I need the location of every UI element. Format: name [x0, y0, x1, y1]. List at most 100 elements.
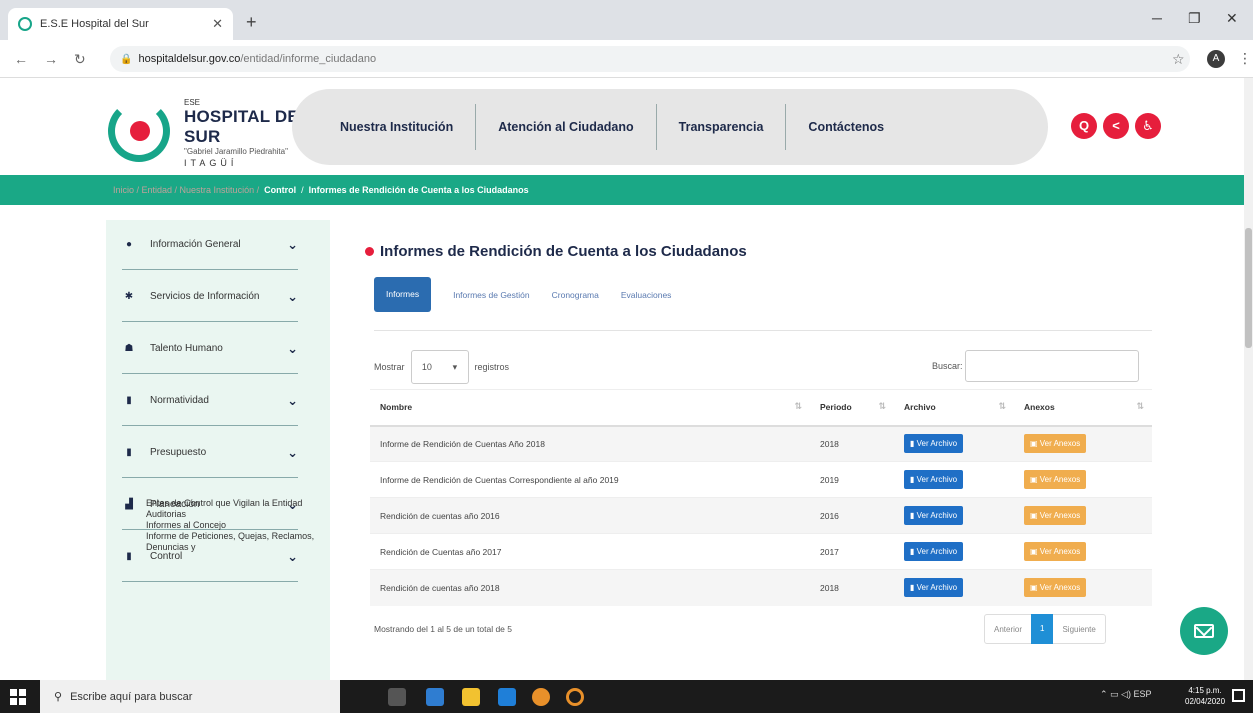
col-anexos[interactable]: Anexos ⇅: [1014, 389, 1152, 427]
sidebar-item-label: Servicios de Información: [150, 291, 260, 302]
minimize-button[interactable]: ─: [1152, 10, 1162, 26]
table-row: Informe de Rendición de Cuentas Año 2018…: [370, 425, 1152, 462]
search-label: Buscar:: [932, 361, 963, 371]
taskbar-search-placeholder: Escribe aquí para buscar: [70, 690, 193, 703]
chevron-down-icon: ⌄: [287, 392, 298, 408]
back-arrow-icon[interactable]: ←: [14, 51, 28, 67]
pager-next-button[interactable]: Siguiente: [1053, 625, 1104, 634]
caret-down-icon: ▾: [452, 361, 458, 372]
col-nombre[interactable]: Nombre ⇅: [370, 389, 810, 427]
page-length-select[interactable]: 10 ▾: [410, 350, 469, 384]
clock-time: 4:15 p.m.: [1188, 686, 1222, 695]
col-archivo[interactable]: Archivo ⇅: [894, 389, 1014, 427]
cell-name: Rendición de Cuentas año 2017: [370, 533, 810, 570]
view-file-button[interactable]: ▮ Ver Archivo: [904, 578, 964, 598]
system-clock[interactable]: 4:15 p.m. 02/04/2020: [1185, 685, 1225, 707]
view-file-button[interactable]: ▮ Ver Archivo: [904, 506, 964, 525]
chevron-down-icon: ⌄: [287, 288, 298, 304]
sidebar-item-informacion-general[interactable]: ● Información General ⌄: [122, 220, 298, 270]
sidebar-item-label: Presupuesto: [150, 447, 207, 458]
tab-cronograma[interactable]: Cronograma: [552, 290, 599, 300]
view-annex-button[interactable]: ▣ Ver Anexos: [1024, 578, 1087, 598]
chrome-icon[interactable]: [532, 688, 550, 706]
view-annex-button[interactable]: ▣ Ver Anexos: [1024, 434, 1087, 454]
contact-chat-button[interactable]: [1180, 607, 1228, 655]
pager-prev-button[interactable]: Anterior: [985, 625, 1031, 634]
records-label: registros: [474, 362, 510, 372]
tab-evaluaciones[interactable]: Evaluaciones: [621, 290, 672, 300]
profile-avatar[interactable]: A: [1207, 50, 1225, 68]
breadcrumb-separator: /: [301, 185, 304, 195]
view-file-button[interactable]: ▮ Ver Archivo: [904, 470, 964, 489]
task-view-icon[interactable]: [388, 688, 406, 706]
notification-icon[interactable]: [1232, 689, 1245, 702]
taskbar-search-input[interactable]: ⚲ Escribe aquí para buscar: [40, 680, 340, 713]
info-icon: ●: [125, 239, 133, 250]
nav-contactenos[interactable]: Contáctenos: [786, 104, 906, 150]
col-periodo[interactable]: Periodo ⇅: [810, 389, 894, 427]
url-host: hospitaldelsur.gov.co: [138, 53, 241, 65]
chart-icon: ▟: [125, 499, 133, 510]
sort-icon: ⇅: [794, 401, 802, 411]
page-length-control: Mostrar 10 ▾ registros: [374, 350, 509, 384]
main-nav: Nuestra Institución Atención al Ciudadan…: [292, 89, 1048, 165]
share-icon[interactable]: <: [1103, 113, 1129, 139]
accessibility-icon[interactable]: ♿: [1135, 113, 1161, 139]
forward-arrow-icon[interactable]: →: [44, 51, 58, 67]
new-tab-button[interactable]: +: [246, 12, 257, 33]
scrollbar-thumb[interactable]: [1245, 228, 1252, 348]
bookmark-star-icon[interactable]: ☆: [1172, 51, 1185, 68]
store-icon[interactable]: [498, 688, 516, 706]
nav-transparencia[interactable]: Transparencia: [657, 104, 787, 150]
maximize-button[interactable]: ❐: [1188, 10, 1201, 27]
site-logo[interactable]: ESE HOSPITAL DEL SUR "Gabriel Jaramillo …: [108, 92, 318, 168]
view-file-button[interactable]: ▮ Ver Archivo: [904, 542, 964, 561]
breadcrumb-faded[interactable]: Inicio / Entidad / Nuestra Institución /: [113, 185, 259, 195]
sidebar: ● Información General ⌄ ✱ Servicios de I…: [106, 220, 330, 680]
language-indicator[interactable]: ESP: [1133, 689, 1151, 699]
sidebar-item-normatividad[interactable]: ▮ Normatividad ⌄: [122, 376, 298, 426]
view-annex-button[interactable]: ▣ Ver Anexos: [1024, 506, 1087, 525]
logo-city: ITAGÜÍ: [184, 158, 238, 168]
people-icon[interactable]: [426, 688, 444, 706]
table-row: Rendición de Cuentas año 2017 2017 ▮ Ver…: [370, 533, 1152, 570]
sub-link-auditorias[interactable]: Auditorias: [146, 509, 316, 520]
show-label: Mostrar: [374, 362, 405, 372]
sort-icon: ⇅: [998, 401, 1006, 411]
file-icon: ▮: [126, 395, 132, 406]
search-icon[interactable]: Q: [1071, 113, 1097, 139]
page-scrollbar[interactable]: [1244, 78, 1253, 680]
close-window-button[interactable]: ✕: [1226, 10, 1238, 27]
search-input[interactable]: [964, 350, 1139, 382]
sort-icon: ⇅: [878, 401, 886, 411]
breadcrumb-control[interactable]: Control: [264, 185, 296, 195]
view-annex-button[interactable]: ▣ Ver Anexos: [1024, 470, 1087, 489]
url-field[interactable]: 🔒 hospitaldelsur.gov.co /entidad/informe…: [110, 46, 1190, 72]
chevron-down-icon: ⌄: [287, 444, 298, 460]
close-tab-icon[interactable]: ✕: [212, 16, 223, 32]
windows-start-icon[interactable]: [10, 689, 26, 705]
sub-link-entes-control[interactable]: Entes de Control que Vigilan la Entidad: [146, 498, 316, 509]
file-explorer-icon[interactable]: [462, 688, 480, 706]
nav-atencion-ciudadano[interactable]: Atención al Ciudadano: [476, 104, 657, 150]
nav-nuestra-institucion[interactable]: Nuestra Institución: [318, 104, 477, 150]
sub-link-pqrs[interactable]: Informe de Peticiones, Quejas, Reclamos,…: [146, 531, 316, 553]
reload-icon[interactable]: ↻: [74, 51, 86, 68]
cell-period: 2018: [810, 569, 894, 606]
pager-page-button[interactable]: 1: [1031, 614, 1054, 644]
sidebar-item-presupuesto[interactable]: ▮ Presupuesto ⌄: [122, 428, 298, 478]
browser-tab[interactable]: E.S.E Hospital del Sur ✕: [8, 8, 233, 40]
view-annex-button[interactable]: ▣ Ver Anexos: [1024, 542, 1087, 561]
tab-informes-gestion[interactable]: Informes de Gestión: [453, 290, 530, 300]
address-bar: ← → ↻ 🔒 hospitaldelsur.gov.co /entidad/i…: [0, 40, 1253, 78]
app-icon[interactable]: [566, 688, 584, 706]
sidebar-item-talento-humano[interactable]: ☗ Talento Humano ⌄: [122, 324, 298, 374]
view-file-button[interactable]: ▮ Ver Archivo: [904, 434, 964, 454]
cell-name: Informe de Rendición de Cuentas Correspo…: [370, 461, 810, 498]
browser-menu-icon[interactable]: ⋮: [1238, 50, 1252, 67]
cell-name: Rendición de cuentas año 2016: [370, 497, 810, 534]
tab-informes[interactable]: Informes: [374, 277, 432, 312]
sub-link-informes-concejo[interactable]: Informes al Concejo: [146, 520, 316, 531]
system-tray[interactable]: ⌃ ▭ ◁) ESP: [1100, 689, 1151, 700]
sidebar-item-servicios[interactable]: ✱ Servicios de Información ⌄: [122, 272, 298, 322]
